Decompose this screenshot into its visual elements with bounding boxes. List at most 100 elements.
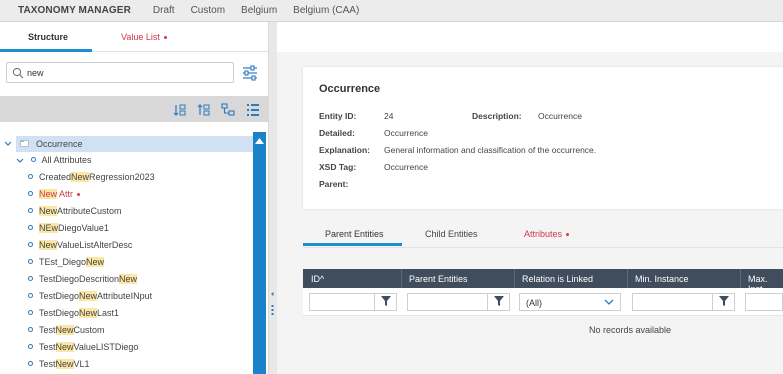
tree-item-label: NEwDiegoValue1	[39, 223, 109, 233]
breadcrumb-belgium[interactable]: Belgium	[241, 5, 277, 16]
node-bullet-icon	[28, 293, 33, 299]
tree-item-text: Created	[39, 172, 72, 182]
tree-item-text: Regression2023	[89, 172, 155, 182]
tab-structure-underline	[0, 49, 92, 52]
node-bullet-icon	[28, 361, 33, 367]
node-bullet-icon	[28, 344, 33, 350]
unsaved-dot-icon	[77, 193, 81, 197]
tree-item-label: TestNewCustom	[39, 325, 105, 335]
tree-item-text: Test	[39, 359, 56, 369]
tree-item-text: Test	[39, 342, 56, 352]
filter-funnel-icon[interactable]	[494, 296, 504, 306]
detailed-value: Occurrence	[384, 128, 428, 138]
filter-select-relation-is-linked[interactable]: (All)	[519, 293, 621, 311]
tree-item-text: TestDiego	[39, 291, 80, 301]
tree-group-all-attributes[interactable]: All Attributes	[16, 152, 92, 168]
left-tab-bar: Structure Value List	[0, 22, 268, 52]
tree-item[interactable]: TestNewVL1	[28, 356, 90, 372]
tree-item-text: AttributeCustom	[57, 206, 122, 216]
tree-item[interactable]: New Attr	[28, 186, 81, 202]
breadcrumb-belgium-caa[interactable]: Belgium (CAA)	[293, 5, 359, 16]
tree-item-label: TEst_DiegoNew	[39, 257, 105, 267]
entity-id-label: Entity ID:	[319, 111, 357, 121]
tab-value-list[interactable]: Value List	[121, 32, 167, 42]
list-view-icon[interactable]	[246, 103, 260, 117]
column-header-min-instance[interactable]: Min. Instance	[635, 274, 689, 284]
filter-settings-icon[interactable]	[240, 63, 260, 83]
tree-item-text: TEst_Diego	[39, 257, 87, 267]
column-header-relation-is-linked[interactable]: Relation is Linked	[522, 274, 593, 284]
tab-parent-entities[interactable]: Parent Entities	[325, 229, 384, 239]
tree-item[interactable]: NewValueListAlterDesc	[28, 237, 132, 253]
search-match-highlight: New	[39, 240, 58, 250]
tree-item-text: Test	[39, 325, 56, 335]
tree-item[interactable]: TestDiegoNewAttributeINput	[28, 288, 152, 304]
tab-structure[interactable]: Structure	[28, 32, 68, 42]
search-input[interactable]	[27, 65, 227, 80]
column-header-parent-entities[interactable]: Parent Entities	[409, 274, 468, 284]
folder-icon	[20, 140, 29, 147]
tree-item-text: VL1	[73, 359, 90, 369]
hierarchy-icon[interactable]	[221, 103, 235, 117]
tree-item-text: ValueLISTDiego	[73, 342, 139, 352]
tab-child-entities[interactable]: Child Entities	[425, 229, 478, 239]
sort-descending-icon[interactable]	[197, 103, 211, 117]
search-box[interactable]	[6, 62, 234, 83]
tree-item-text: ValueListAlterDesc	[57, 240, 133, 250]
tab-attributes[interactable]: Attributes	[524, 229, 570, 239]
column-separator	[740, 269, 741, 288]
breadcrumb-draft[interactable]: Draft	[153, 5, 175, 16]
tree-item[interactable]: TestNewCustom	[28, 322, 105, 338]
chevron-down-icon[interactable]	[16, 157, 24, 165]
tree-item[interactable]: TEst_DiegoNew	[28, 254, 105, 270]
search-match-highlight: New	[55, 359, 74, 369]
filter-separator	[712, 293, 713, 311]
tree-item-text: AttributeINput	[97, 291, 153, 301]
search-match-highlight: New	[39, 206, 58, 216]
node-bullet-icon	[28, 327, 33, 333]
tree-item[interactable]: TestNewValueLISTDiego	[28, 339, 138, 355]
tree-scrollbar[interactable]	[253, 132, 266, 374]
tree-item-text: Attr	[57, 189, 74, 199]
tree-root-occurrence[interactable]: Occurrence	[4, 136, 253, 152]
search-match-highlight: New	[79, 291, 98, 301]
entity-id-value: 24	[384, 111, 394, 121]
unsaved-dot-icon	[566, 233, 570, 237]
scroll-up-arrow-icon[interactable]	[255, 138, 264, 144]
tree-item-label: TestDiegoNewAttributeINput	[39, 291, 152, 301]
filter-separator	[487, 293, 488, 311]
tree-item-text: TestDiegoDescrition	[39, 274, 120, 284]
sort-ascending-icon[interactable]	[173, 103, 187, 117]
tree-item[interactable]: NewAttributeCustom	[28, 203, 122, 219]
tree-item[interactable]: TestDiegoDescritionNew	[28, 271, 138, 287]
tree-item[interactable]: TestDiegoNewLast1	[28, 305, 119, 321]
tree-item-text: Custom	[73, 325, 105, 335]
node-bullet-icon	[28, 225, 33, 231]
filter-funnel-icon[interactable]	[719, 296, 729, 306]
search-icon	[12, 67, 24, 79]
search-match-highlight: New	[55, 325, 74, 335]
tree-item[interactable]: CreatedNewRegression2023	[28, 169, 155, 185]
filter-input-max-instance[interactable]	[745, 293, 783, 311]
no-records-message: No records available	[589, 325, 672, 335]
tree-item-label: TestNewValueLISTDiego	[39, 342, 138, 352]
parent-label: Parent:	[319, 179, 349, 189]
detailed-label: Detailed:	[319, 128, 355, 138]
search-match-highlight: New	[79, 308, 98, 318]
panel-splitter[interactable]	[268, 22, 277, 374]
chevron-down-icon	[604, 299, 614, 305]
filter-separator	[374, 293, 375, 311]
splitter-grip-icon[interactable]	[271, 292, 274, 320]
chevron-down-icon[interactable]	[4, 140, 12, 148]
tree-item-label: CreatedNewRegression2023	[39, 172, 155, 182]
breadcrumb-custom[interactable]: Custom	[191, 5, 225, 16]
node-bullet-icon	[28, 259, 33, 265]
tree-item-label: New Attr	[39, 189, 73, 199]
node-bullet-icon	[28, 174, 33, 180]
node-bullet-icon	[28, 276, 33, 282]
filter-funnel-icon[interactable]	[381, 296, 391, 306]
node-bullet-icon	[30, 157, 36, 163]
tree-item[interactable]: NEwDiegoValue1	[28, 220, 109, 236]
column-header-id[interactable]: ID^	[311, 274, 324, 284]
explanation-label: Explanation:	[319, 145, 371, 155]
